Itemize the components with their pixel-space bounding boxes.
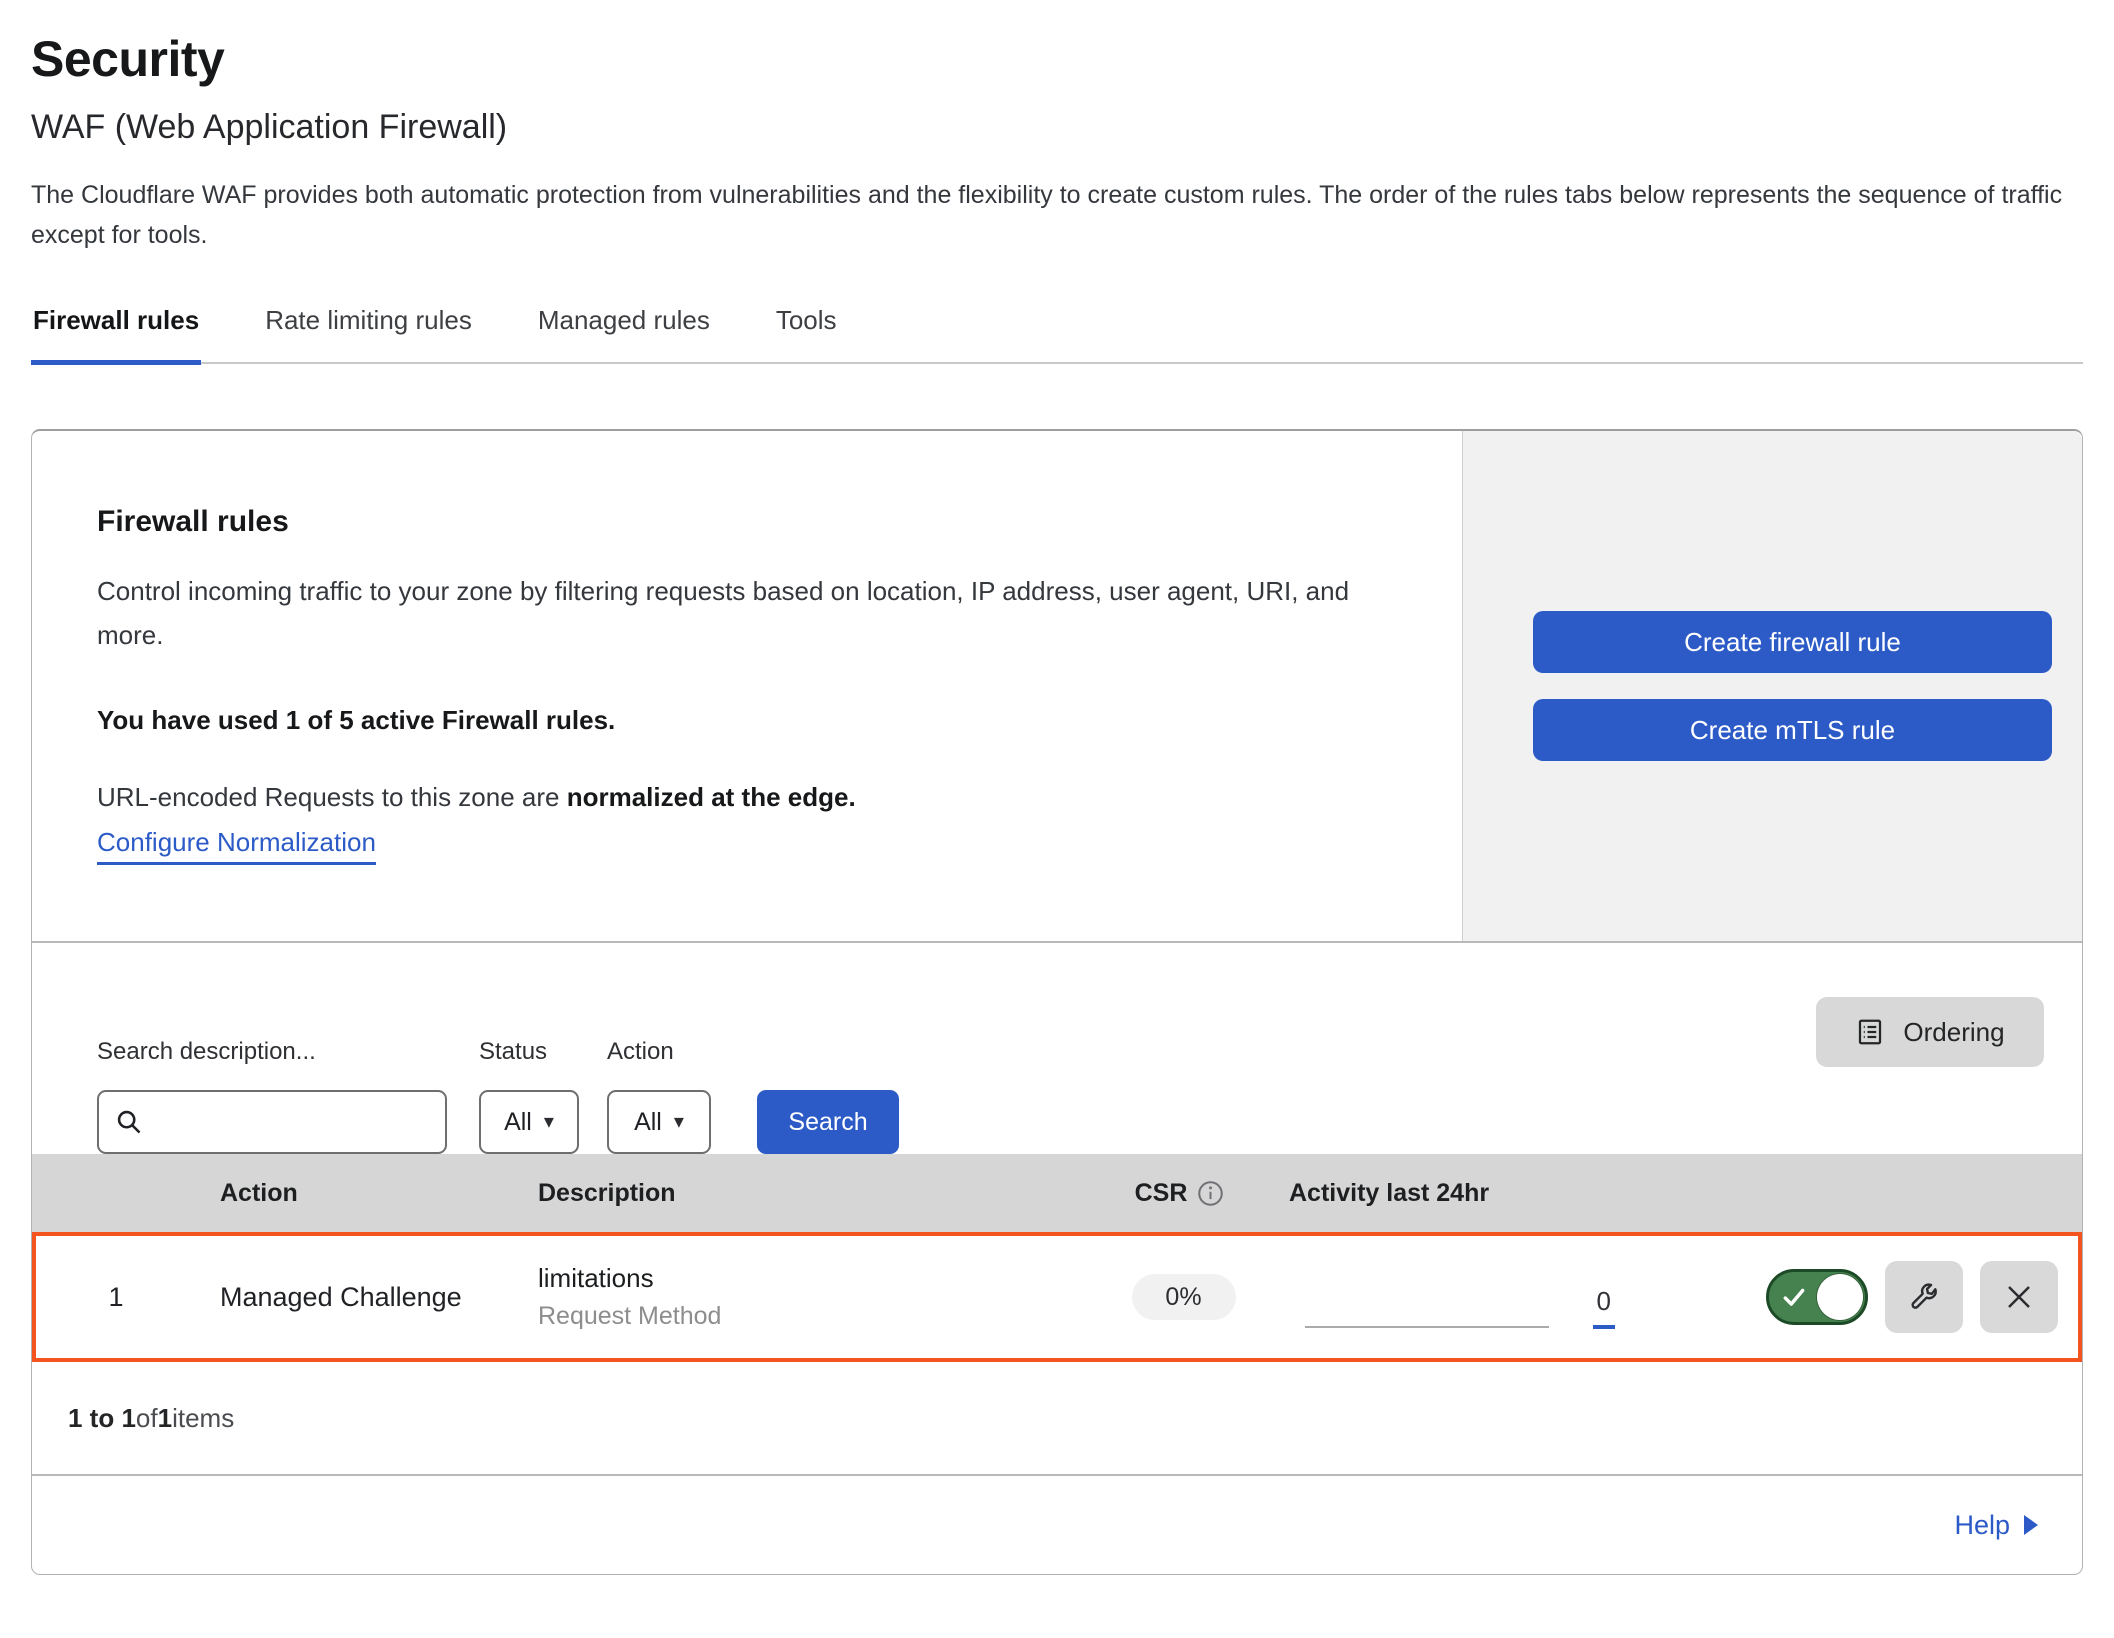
activity-sparkline [1305, 1326, 1549, 1328]
waf-tabbar: Firewall rules Rate limiting rules Manag… [31, 305, 2083, 364]
page-title: Security [31, 30, 2083, 88]
help-link-label: Help [1954, 1510, 2010, 1541]
items-of: of [136, 1403, 158, 1434]
header-activity: Activity last 24hr [1287, 1179, 1617, 1208]
row-action: Managed Challenge [196, 1282, 496, 1313]
row-description: limitations [538, 1263, 1076, 1294]
wrench-icon [1908, 1281, 1940, 1313]
header-action: Action [192, 1179, 492, 1208]
create-mtls-rule-button[interactable]: Create mTLS rule [1533, 699, 2052, 761]
search-icon [115, 1108, 143, 1136]
rule-enabled-toggle[interactable] [1766, 1269, 1868, 1325]
action-select-value: All [634, 1108, 662, 1137]
tab-rate-limiting-rules[interactable]: Rate limiting rules [263, 305, 474, 364]
close-icon [2004, 1282, 2034, 1312]
status-select[interactable]: All ▾ [479, 1090, 579, 1154]
search-description-label: Search description... [97, 1038, 447, 1066]
card-actions-panel: Create firewall rule Create mTLS rule [1462, 431, 2082, 941]
help-row: Help [32, 1474, 2082, 1574]
status-select-value: All [504, 1108, 532, 1137]
tab-tools[interactable]: Tools [774, 305, 839, 364]
ordering-list-icon [1855, 1017, 1885, 1047]
row-activity-cell: 0 [1291, 1276, 1621, 1319]
row-controls [1621, 1261, 2078, 1333]
tab-firewall-rules[interactable]: Firewall rules [31, 305, 201, 364]
page-subtitle: WAF (Web Application Firewall) [31, 108, 2083, 147]
table-row: 1 Managed Challenge limitations Request … [32, 1232, 2082, 1362]
help-link[interactable]: Help [1954, 1510, 2038, 1541]
create-firewall-rule-button[interactable]: Create firewall rule [1533, 611, 2052, 673]
panel-heading: Firewall rules [97, 505, 1422, 539]
info-icon[interactable] [1197, 1180, 1224, 1207]
card-top-section: Firewall rules Control incoming traffic … [32, 431, 2082, 941]
header-csr-label: CSR [1135, 1179, 1188, 1208]
action-filter-field: Action All ▾ [579, 1038, 711, 1154]
status-label: Status [479, 1038, 579, 1066]
row-description-cell: limitations Request Method [496, 1263, 1076, 1331]
ordering-button[interactable]: Ordering [1816, 997, 2044, 1067]
page-description: The Cloudflare WAF provides both automat… [31, 175, 2081, 255]
row-csr-cell: 0% [1076, 1274, 1291, 1320]
items-count: 1 to 1 of 1 items [32, 1362, 2082, 1474]
items-word: items [172, 1403, 234, 1434]
table-header: Action Description CSR Activity last 24h… [32, 1154, 2082, 1232]
row-description-sub: Request Method [538, 1302, 1076, 1331]
items-total: 1 [158, 1403, 172, 1434]
configure-normalization-link[interactable]: Configure Normalization [97, 827, 376, 865]
usage-text: You have used 1 of 5 active Firewall rul… [97, 705, 1422, 736]
normalization-bold: normalized at the edge. [567, 782, 856, 812]
action-select[interactable]: All ▾ [607, 1090, 711, 1154]
delete-rule-button[interactable] [1980, 1261, 2058, 1333]
search-description-field: Search description... [97, 1038, 447, 1154]
firewall-rules-card: Firewall rules Control incoming traffic … [31, 429, 2083, 1575]
items-range: 1 to 1 [68, 1403, 136, 1434]
header-csr: CSR [1072, 1179, 1287, 1208]
activity-count-link[interactable]: 0 [1593, 1286, 1615, 1329]
csr-badge: 0% [1132, 1274, 1236, 1320]
toggle-knob [1817, 1274, 1863, 1320]
security-waf-page: Security WAF (Web Application Firewall) … [0, 0, 2114, 1575]
firewall-rules-info: Firewall rules Control incoming traffic … [32, 431, 1462, 941]
normalization-prefix: URL-encoded Requests to this zone are [97, 782, 567, 812]
search-button[interactable]: Search [757, 1090, 899, 1154]
tab-managed-rules[interactable]: Managed rules [536, 305, 712, 364]
search-box[interactable] [97, 1090, 447, 1154]
panel-description: Control incoming traffic to your zone by… [97, 569, 1417, 657]
filter-bar: Search description... Status [32, 941, 2082, 1154]
chevron-down-icon: ▾ [544, 1112, 554, 1132]
normalization-text: URL-encoded Requests to this zone are no… [97, 782, 1422, 813]
chevron-down-icon: ▾ [674, 1112, 684, 1132]
ordering-button-label: Ordering [1903, 1017, 2004, 1048]
filter-group: Search description... Status [97, 979, 899, 1154]
row-index: 1 [36, 1282, 196, 1313]
status-filter-field: Status All ▾ [447, 1038, 579, 1154]
check-icon [1781, 1284, 1807, 1310]
search-input[interactable] [157, 1108, 429, 1137]
action-label: Action [607, 1038, 711, 1066]
help-arrow-icon [2024, 1515, 2038, 1535]
configure-rule-button[interactable] [1885, 1261, 1963, 1333]
header-description: Description [492, 1179, 1072, 1208]
